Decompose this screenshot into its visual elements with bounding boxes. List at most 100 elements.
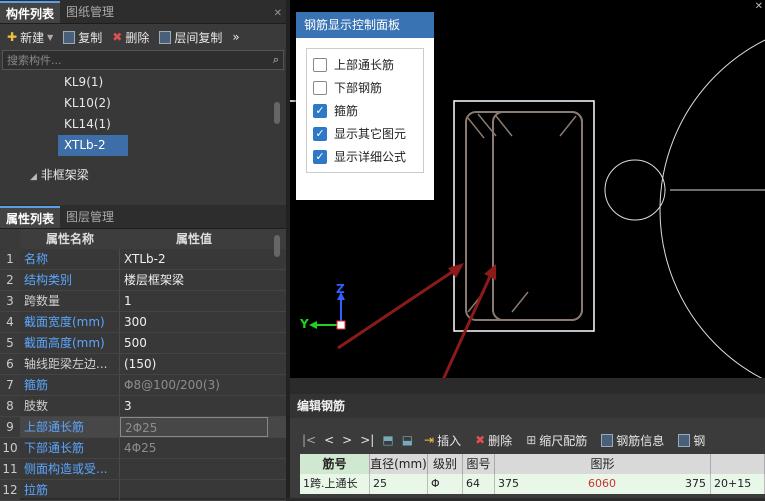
table-row[interactable]: 3 跨数量 1 [0, 291, 286, 312]
hook-line [511, 291, 529, 313]
tab-component-list[interactable]: 构件列表 [0, 1, 61, 23]
insert-button[interactable]: ⇥ 插入 [421, 432, 464, 449]
pin-icon[interactable]: ✕ [270, 5, 286, 23]
rebar-editor-title: 编辑钢筋 [290, 394, 765, 418]
property-value[interactable]: 楼层框架梁 [120, 270, 286, 290]
table-row[interactable]: 4 截面宽度(mm) 300 [0, 312, 286, 333]
info-label: 钢筋信息 [616, 433, 665, 448]
last-icon[interactable]: >| [360, 433, 374, 447]
property-name: 轴线距梁左边... [20, 354, 120, 374]
property-value[interactable]: Φ8@100/200(3) [120, 375, 286, 395]
toolbar-more-button[interactable]: » [229, 30, 242, 44]
move-down-icon[interactable]: ⬓ [402, 433, 413, 447]
option-checkbox[interactable]: ✓ 箍筋 [313, 99, 417, 122]
table-row[interactable]: 9 上部通长筋 2Φ25 [0, 417, 286, 438]
option-checkbox[interactable]: ✓ 显示详细公式 [313, 145, 417, 168]
property-scrollbar[interactable] [274, 235, 280, 257]
option-label: 箍筋 [334, 104, 359, 118]
cell-bar-no: 1跨.上通长 [300, 474, 370, 494]
property-value[interactable]: 300 [120, 312, 286, 332]
table-row[interactable]: 5 截面高度(mm) 500 [0, 333, 286, 354]
tree-item-xtlb2[interactable]: XTLb-2 [58, 135, 128, 156]
table-row[interactable]: 6 轴线距梁左边... (150) [0, 354, 286, 375]
z-axis-label: Z [336, 282, 345, 296]
table-row[interactable]: 2 结构类别 楼层框架梁 [0, 270, 286, 291]
left-panel: 构件列表 图纸管理 ✕ ✚ 新建 ▼ 复制 ✖ 删除 层间复制 » 搜索构件..… [0, 0, 286, 501]
cell-grade: Φ [428, 474, 463, 494]
property-value[interactable]: 4Φ25 [120, 438, 286, 458]
delete-label: 删除 [125, 30, 150, 45]
delete-button[interactable]: ✖ 删除 [109, 29, 152, 46]
row-number: 10 [0, 438, 20, 458]
property-value[interactable]: 1 [120, 291, 286, 311]
property-tabbar: 属性列表 图层管理 [0, 205, 286, 229]
property-value[interactable]: XTLb-2 [120, 249, 286, 269]
tree-group-label: 非框架梁 [40, 168, 89, 182]
checkbox-icon[interactable]: ✓ [313, 149, 327, 164]
checkbox-icon[interactable] [313, 57, 327, 72]
hook-line [559, 115, 577, 137]
table-row[interactable]: 10 下部通长筋 4Φ25 [0, 438, 286, 459]
property-table: 1 名称 XTLb-2 2 结构类别 楼层框架梁 3 跨数量 1 4 截面宽度(mm) 300 5 截面高… [0, 249, 286, 501]
property-name: 侧面构造或受... [20, 459, 120, 479]
tree-item-kl10[interactable]: KL10(2) [0, 93, 286, 114]
table-row[interactable]: 1跨.上通长 25 Φ 64 375 6060 375 20+15 [300, 474, 765, 494]
row-number: 12 [0, 480, 20, 500]
ruler-icon: ⊞ [526, 433, 537, 447]
property-value[interactable]: (150) [120, 354, 286, 374]
close-icon[interactable]: ✕ [755, 1, 763, 12]
table-row[interactable]: 11 侧面构造或受... [0, 459, 286, 480]
tab-layer-management[interactable]: 图层管理 [60, 206, 120, 228]
rebar-grid-header: 筋号 直径(mm) 级别 图号 图形 [300, 454, 765, 474]
column-circle-small [604, 159, 666, 221]
editor-delete-button[interactable]: ✖ 删除 [472, 432, 515, 449]
header-num [0, 229, 20, 249]
property-value[interactable]: 500 [120, 333, 286, 353]
y-arrowhead [309, 321, 317, 329]
tree-group-non-frame-beam[interactable]: ◢ 非框架梁 [0, 166, 286, 184]
shape-dim-right: 375 [685, 477, 706, 490]
prev-icon[interactable]: < [324, 433, 334, 447]
checkbox-icon[interactable] [313, 80, 327, 95]
rebar-lib-button[interactable]: 钢 [675, 432, 708, 449]
property-value[interactable] [120, 480, 286, 500]
option-checkbox[interactable]: 上部通长筋 [313, 53, 417, 76]
option-checkbox[interactable]: ✓ 显示其它图元 [313, 122, 417, 145]
search-input[interactable]: 搜索构件... ⌕ [2, 50, 284, 70]
move-up-icon[interactable]: ⬒ [382, 433, 393, 447]
checkbox-icon[interactable]: ✓ [313, 103, 327, 118]
tree-item-kl14[interactable]: KL14(1) [0, 114, 286, 135]
new-button[interactable]: ✚ 新建 ▼ [4, 29, 56, 46]
property-value[interactable] [120, 459, 286, 479]
checkbox-icon[interactable]: ✓ [313, 126, 327, 141]
copy-button[interactable]: 复制 [60, 29, 105, 46]
property-name: 上部通长筋 [20, 417, 120, 437]
scale-rebar-button[interactable]: ⊞ 缩尺配筋 [523, 432, 590, 449]
table-row[interactable]: 7 箍筋 Φ8@100/200(3) [0, 375, 286, 396]
tab-drawing-management[interactable]: 图纸管理 [60, 1, 120, 23]
tree-item-kl9[interactable]: KL9(1) [0, 72, 286, 93]
next-icon[interactable]: > [342, 433, 352, 447]
option-label: 显示详细公式 [334, 150, 407, 164]
hook-line [467, 117, 485, 139]
property-table-header: 属性名称 属性值 [0, 229, 286, 249]
tree-scrollbar[interactable] [274, 102, 280, 124]
property-value[interactable]: 3 [120, 396, 286, 416]
component-toolbar: ✚ 新建 ▼ 复制 ✖ 删除 层间复制 » [0, 24, 286, 50]
header-value: 属性值 [175, 232, 212, 246]
first-icon[interactable]: |< [302, 433, 316, 447]
lib-label: 钢 [693, 433, 706, 448]
option-checkbox[interactable]: 下部钢筋 [313, 76, 417, 99]
shape-dim-middle: 6060 [588, 477, 616, 490]
row-number: 7 [0, 375, 20, 395]
table-row[interactable]: 1 名称 XTLb-2 [0, 249, 286, 270]
control-panel-title: 钢筋显示控制面板 [296, 12, 434, 38]
annotation-arrow [337, 266, 459, 350]
tab-property-list[interactable]: 属性列表 [0, 206, 61, 228]
table-row[interactable]: 8 肢数 3 [0, 396, 286, 417]
rebar-info-button[interactable]: 钢筋信息 [598, 432, 667, 449]
header-name: 属性名称 [45, 232, 94, 246]
property-value[interactable]: 2Φ25 [120, 417, 268, 437]
floor-copy-button[interactable]: 层间复制 [156, 29, 225, 46]
row-number: 5 [0, 333, 20, 353]
